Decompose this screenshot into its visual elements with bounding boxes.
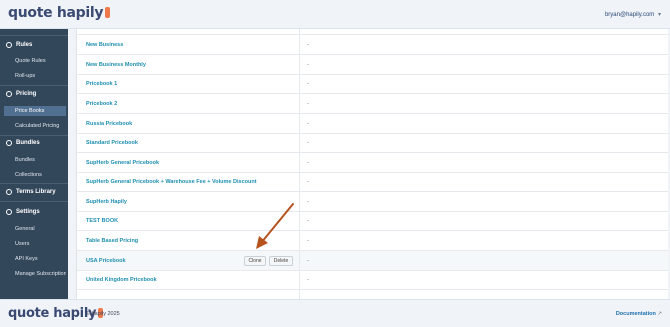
pricebook-value: -: [307, 277, 309, 283]
bundles-icon: [6, 140, 12, 146]
pricebook-link[interactable]: New Business Monthly: [86, 62, 146, 68]
sidebar-item-quote-rules[interactable]: Quote Rules: [4, 56, 66, 66]
divider: [0, 85, 68, 86]
table-row: SupHerb General Pricebook -: [77, 153, 668, 173]
pricebook-link[interactable]: Table Based Pricing: [86, 238, 138, 244]
table-row: SupHerb General Pricebook + Warehouse Fe…: [77, 172, 668, 192]
pricebook-value: -: [307, 218, 309, 224]
pricebook-link[interactable]: SupHerb General Pricebook + Warehouse Fe…: [86, 179, 257, 185]
table-row: Pricebook 2 -: [77, 94, 668, 114]
footer: quote hapily © hapily 2025 Documentation…: [0, 299, 670, 327]
pricebook-value: -: [307, 199, 309, 205]
book-icon: [6, 189, 12, 195]
pricebook-link[interactable]: SupHerb Hapily: [86, 199, 127, 205]
divider: [0, 201, 68, 202]
table-row: New Business -: [77, 35, 668, 55]
pricebook-link[interactable]: SupHerb General Pricebook: [86, 160, 159, 166]
user-menu[interactable]: bryan@hapily.com ▾: [605, 11, 661, 18]
copyright: © hapily 2025: [86, 311, 120, 317]
gear-icon: [6, 209, 12, 215]
sidebar-item-manage-subscription[interactable]: Manage Subscription: [4, 269, 66, 279]
sidebar-item-calculated-pricing[interactable]: Calculated Pricing: [4, 121, 66, 131]
table-row: Pricebook 1 -: [77, 74, 668, 94]
sidebar-item-collections[interactable]: Collections: [4, 170, 66, 180]
delete-button[interactable]: Delete: [269, 256, 293, 266]
pricing-icon: [6, 91, 12, 97]
pricebook-link[interactable]: TEST BOOK: [86, 218, 118, 224]
sidebar-section-terms-library[interactable]: Terms Library: [0, 185, 68, 199]
rules-icon: [6, 42, 12, 48]
sidebar-section-rules[interactable]: Rules: [0, 38, 68, 52]
pricebook-value: -: [307, 258, 309, 264]
sidebar-item-bundles[interactable]: Bundles: [4, 155, 66, 165]
sidebar-item-users[interactable]: Users: [4, 239, 66, 249]
pricebook-value: -: [307, 42, 309, 48]
column-divider: [299, 29, 300, 299]
table-row-hovered: USA Pricebook Clone Delete -: [77, 251, 668, 271]
table-row: TEST BOOK -: [77, 211, 668, 231]
pricebook-value: -: [307, 140, 309, 146]
user-email: bryan@hapily.com: [604, 12, 655, 18]
table-row: Standard Pricebook -: [77, 133, 668, 153]
pricebook-value: -: [307, 121, 309, 127]
sidebar-section-settings[interactable]: Settings: [0, 205, 68, 219]
documentation-link[interactable]: Documentation ↗: [616, 311, 662, 317]
sidebar-section-bundles[interactable]: Bundles: [0, 136, 68, 150]
divider: [0, 35, 68, 36]
sidebar-item-price-books[interactable]: Price Books: [4, 106, 66, 116]
clone-button[interactable]: Clone: [244, 256, 266, 266]
pricebook-link[interactable]: Russia Pricebook: [86, 121, 132, 127]
logo-mark-icon: [105, 7, 111, 18]
pricebook-value: -: [307, 81, 309, 87]
chevron-down-icon: ▾: [657, 12, 661, 18]
pricebook-link[interactable]: Pricebook 2: [86, 101, 117, 107]
table-row: Russia Pricebook -: [77, 114, 668, 134]
pricebook-link[interactable]: Pricebook 1: [86, 81, 117, 87]
pricebook-value: -: [307, 179, 309, 185]
pricebook-link[interactable]: Standard Pricebook: [86, 140, 138, 146]
pricebook-link[interactable]: USA Pricebook: [86, 258, 126, 264]
sidebar-item-general[interactable]: General: [4, 224, 66, 234]
sidebar-section-pricing[interactable]: Pricing: [0, 87, 68, 101]
table-row: SupHerb Hapily -: [77, 192, 668, 212]
table-row: United Kingdom Pricebook -: [77, 270, 668, 290]
sidebar-item-api-keys[interactable]: API Keys: [4, 254, 66, 264]
pricebook-value: -: [307, 101, 309, 107]
external-link-icon: ↗: [657, 311, 662, 317]
pricebook-link[interactable]: New Business: [86, 42, 123, 48]
pricebook-value: -: [307, 160, 309, 166]
table-row: Table Based Pricing -: [77, 231, 668, 251]
top-bar: quote hapily bryan@hapily.com ▾: [0, 0, 670, 29]
app-logo[interactable]: quote hapily: [8, 5, 111, 21]
divider: [0, 183, 68, 184]
sidebar: Rules Quote Rules Roll-ups Pricing Price…: [0, 29, 68, 299]
table-row: New Business Monthly -: [77, 55, 668, 75]
sidebar-item-roll-ups[interactable]: Roll-ups: [4, 71, 66, 81]
pricebook-link[interactable]: United Kingdom Pricebook: [86, 277, 157, 283]
pricebook-value: -: [307, 238, 309, 244]
pricebook-value: -: [307, 62, 309, 68]
annotation-arrow-icon: [256, 203, 294, 249]
pricebook-table: New Business - New Business Monthly - Pric…: [76, 29, 668, 299]
